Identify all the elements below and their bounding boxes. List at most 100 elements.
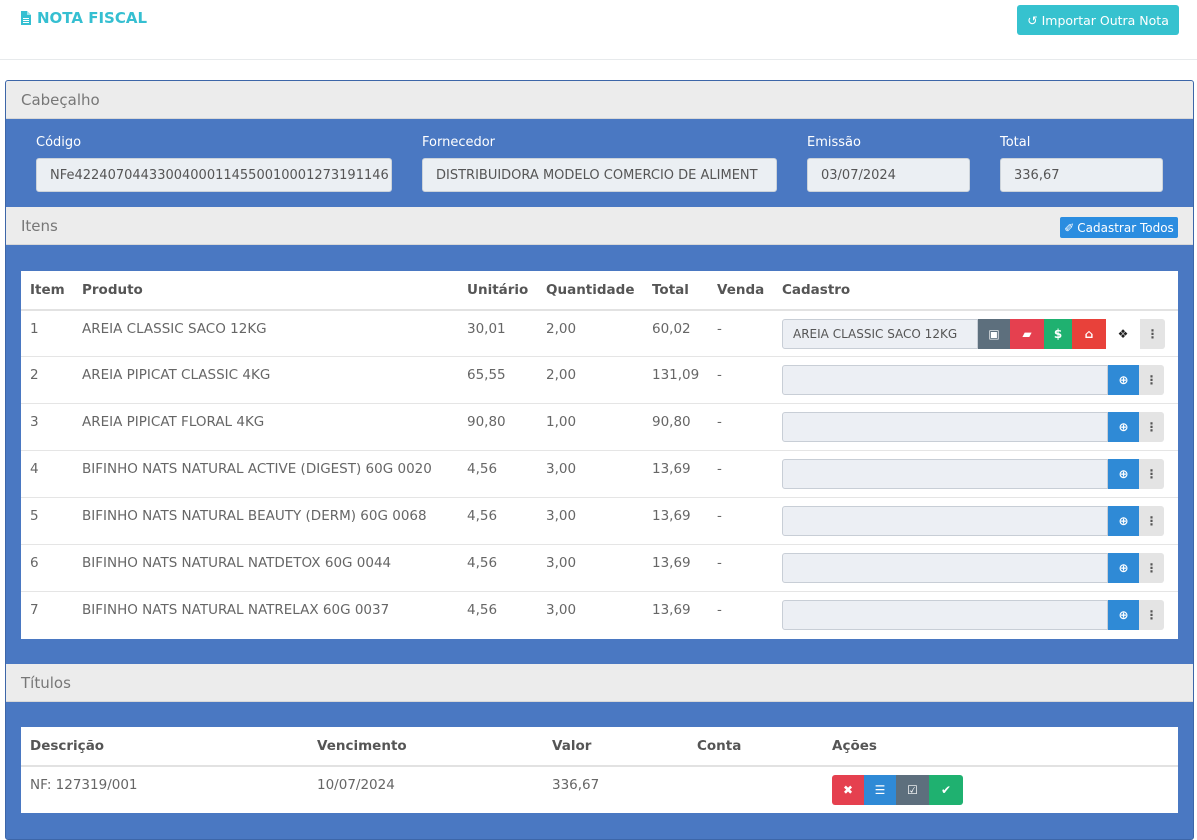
cell-item: 7 — [30, 602, 39, 618]
table-row: NF: 127319/001 10/07/2024 336,67 ✖ ☰ ☑ ✔ — [21, 765, 1178, 812]
cadastro-product-field[interactable]: AREIA CLASSIC SACO 12KG — [782, 319, 978, 349]
cadastrar-todos-label: Cadastrar Todos — [1077, 220, 1174, 235]
cell-produto: BIFINHO NATS NATURAL BEAUTY (DERM) 60G 0… — [82, 508, 427, 524]
eraser-icon: ▰ — [1022, 327, 1032, 341]
cell-quantidade: 3,00 — [546, 461, 577, 477]
table-row: 6 BIFINHO NATS NATURAL NATDETOX 60G 0044… — [21, 544, 1178, 591]
bank-button[interactable]: ⌂ — [1072, 319, 1106, 349]
ellipsis-vertical-icon: ⋮ — [1145, 608, 1158, 622]
calendar-plus-icon: ▣ — [988, 327, 1000, 341]
dollar-icon: $ — [1053, 327, 1063, 341]
column-header-unitario: Unitário — [467, 282, 529, 298]
total-field[interactable]: 336,67 — [1000, 158, 1163, 192]
add-product-button[interactable]: ⊕ — [1108, 459, 1139, 489]
cell-quantidade: 2,00 — [546, 367, 577, 383]
plus-circle-icon: ⊕ — [1118, 561, 1129, 575]
cell-unitario: 4,56 — [467, 461, 498, 477]
cell-descricao: NF: 127319/001 — [30, 777, 138, 793]
codigo-label: Código — [36, 135, 82, 150]
cell-venda: - — [717, 555, 722, 571]
codigo-field[interactable]: NFe4224070443300400011455001000127319114… — [36, 158, 392, 192]
plus-circle-icon: ⊕ — [1118, 420, 1129, 434]
cadastro-product-field[interactable] — [782, 365, 1108, 395]
cadastro-product-field[interactable] — [782, 506, 1108, 536]
add-product-button[interactable]: ⊕ — [1108, 553, 1139, 583]
price-button[interactable]: $ — [1044, 319, 1072, 349]
more-options-button[interactable]: ⋮ — [1140, 319, 1165, 349]
cell-item: 2 — [30, 367, 39, 383]
cell-produto: BIFINHO NATS NATURAL NATDETOX 60G 0044 — [82, 555, 392, 571]
cell-quantidade: 2,00 — [546, 321, 577, 337]
fornecedor-label: Fornecedor — [422, 135, 496, 150]
cell-valor: 336,67 — [552, 777, 600, 793]
more-options-button[interactable]: ⋮ — [1139, 365, 1164, 395]
plus-circle-icon: ⊕ — [1118, 373, 1129, 387]
cell-produto: AREIA PIPICAT CLASSIC 4KG — [82, 367, 271, 383]
more-options-button[interactable]: ⋮ — [1139, 459, 1164, 489]
cell-item: 4 — [30, 461, 39, 477]
cell-item: 6 — [30, 555, 39, 571]
ellipsis-vertical-icon: ⋮ — [1145, 561, 1158, 575]
cell-total: 13,69 — [652, 602, 691, 618]
confirm-button[interactable]: ✔ — [929, 775, 963, 805]
add-product-button[interactable]: ⊕ — [1108, 600, 1139, 630]
add-product-button[interactable]: ⊕ — [1108, 506, 1139, 536]
dropbox-icon: ❖ — [1117, 327, 1129, 341]
itens-table: Item Produto Unitário Quantidade Total V… — [21, 271, 1178, 639]
delete-button[interactable]: ✖ — [832, 775, 864, 805]
magic-wand-icon: ✐ — [1064, 220, 1075, 235]
cell-item: 1 — [30, 321, 39, 337]
calendar-check-button[interactable]: ☑ — [896, 775, 929, 805]
refresh-icon: ↺ — [1027, 12, 1038, 28]
cadastro-product-field[interactable] — [782, 553, 1108, 583]
emissao-label: Emissão — [807, 135, 861, 150]
cell-produto: BIFINHO NATS NATURAL ACTIVE (DIGEST) 60G… — [82, 461, 432, 477]
cell-total: 60,02 — [652, 321, 691, 337]
cadastrar-todos-button[interactable]: ✐ Cadastrar Todos — [1060, 217, 1178, 238]
more-options-button[interactable]: ⋮ — [1139, 600, 1164, 630]
emissao-field[interactable]: 03/07/2024 — [807, 158, 970, 192]
more-options-button[interactable]: ⋮ — [1139, 412, 1164, 442]
table-row: 2 AREIA PIPICAT CLASSIC 4KG 65,55 2,00 1… — [21, 356, 1178, 403]
cell-total: 90,80 — [652, 414, 691, 430]
column-header-produto: Produto — [82, 282, 143, 298]
more-options-button[interactable]: ⋮ — [1139, 553, 1164, 583]
dropbox-button[interactable]: ❖ — [1106, 319, 1140, 349]
ellipsis-vertical-icon: ⋮ — [1145, 420, 1158, 434]
cell-produto: AREIA CLASSIC SACO 12KG — [82, 321, 267, 337]
check-icon: ✔ — [940, 783, 952, 797]
column-header-vencimento: Vencimento — [317, 738, 407, 754]
column-header-descricao: Descrição — [30, 738, 105, 754]
main-panel: Cabeçalho Código NFe42240704433004000114… — [5, 80, 1194, 840]
table-row: 3 AREIA PIPICAT FLORAL 4KG 90,80 1,00 90… — [21, 403, 1178, 450]
cell-venda: - — [717, 414, 722, 430]
section-header-cabecalho: Cabeçalho — [6, 81, 1193, 119]
plus-circle-icon: ⊕ — [1118, 467, 1129, 481]
cell-produto: BIFINHO NATS NATURAL NATRELAX 60G 0037 — [82, 602, 390, 618]
plus-circle-icon: ⊕ — [1118, 608, 1129, 622]
fornecedor-field[interactable]: DISTRIBUIDORA MODELO COMERCIO DE ALIMENT — [422, 158, 777, 192]
table-row: 1 AREIA CLASSIC SACO 12KG 30,01 2,00 60,… — [21, 309, 1178, 356]
calendar-button[interactable]: ▣ — [978, 319, 1010, 349]
import-button-label: Importar Outra Nota — [1041, 12, 1169, 28]
cell-unitario: 65,55 — [467, 367, 506, 383]
cell-total: 13,69 — [652, 461, 691, 477]
more-options-button[interactable]: ⋮ — [1139, 506, 1164, 536]
list-button[interactable]: ☰ — [864, 775, 896, 805]
ellipsis-vertical-icon: ⋮ — [1145, 514, 1158, 528]
cell-unitario: 4,56 — [467, 555, 498, 571]
column-header-quantidade: Quantidade — [546, 282, 635, 298]
ellipsis-vertical-icon: ⋮ — [1145, 467, 1158, 481]
eraser-button[interactable]: ▰ — [1010, 319, 1044, 349]
column-header-venda: Venda — [717, 282, 765, 298]
ellipsis-vertical-icon: ⋮ — [1146, 327, 1159, 341]
import-other-note-button[interactable]: ↺ Importar Outra Nota — [1017, 5, 1179, 35]
cell-venda: - — [717, 508, 722, 524]
cadastro-product-field[interactable] — [782, 459, 1108, 489]
cell-unitario: 90,80 — [467, 414, 506, 430]
add-product-button[interactable]: ⊕ — [1108, 365, 1139, 395]
cell-total: 13,69 — [652, 508, 691, 524]
cadastro-product-field[interactable] — [782, 412, 1108, 442]
add-product-button[interactable]: ⊕ — [1108, 412, 1139, 442]
cadastro-product-field[interactable] — [782, 600, 1108, 630]
